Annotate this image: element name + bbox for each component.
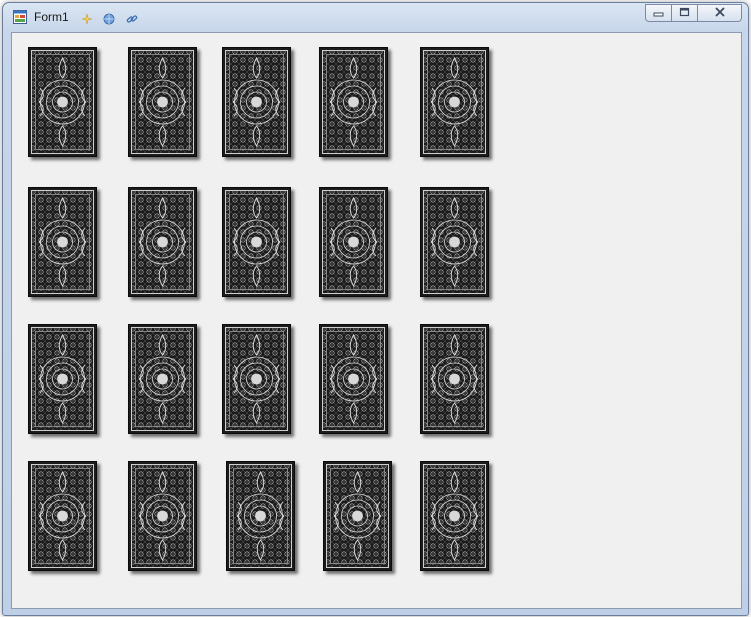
card-back-r1c1[interactable]	[28, 47, 97, 157]
card-back-r1c2[interactable]	[128, 47, 197, 157]
maximize-button[interactable]	[672, 4, 698, 22]
form-app-icon	[13, 10, 27, 24]
form-window: Form1	[2, 2, 749, 616]
sparkle-icon[interactable]	[81, 12, 93, 25]
card-back-r4c3[interactable]	[226, 461, 295, 571]
card-back-r1c4[interactable]	[319, 47, 388, 157]
card-back-r3c5[interactable]	[420, 324, 489, 434]
card-back-r2c4[interactable]	[319, 187, 388, 297]
card-back-r4c1[interactable]	[28, 461, 97, 571]
close-button[interactable]	[698, 4, 742, 22]
card-back-r4c5[interactable]	[420, 461, 489, 571]
link-icon[interactable]	[126, 12, 138, 24]
card-back-r3c3[interactable]	[222, 324, 291, 434]
caption-buttons	[645, 4, 742, 23]
card-back-r3c4[interactable]	[319, 324, 388, 434]
maximize-icon	[679, 4, 690, 22]
window-title: Form1	[34, 10, 69, 24]
card-back-r4c2[interactable]	[128, 461, 197, 571]
close-icon	[714, 4, 726, 22]
form-client-area	[11, 32, 742, 609]
card-back-r2c2[interactable]	[128, 187, 197, 297]
card-back-r2c5[interactable]	[420, 187, 489, 297]
title-bar[interactable]: Form1	[3, 3, 748, 31]
card-back-r1c3[interactable]	[222, 47, 291, 157]
card-back-r3c2[interactable]	[128, 324, 197, 434]
globe-icon[interactable]	[103, 12, 115, 25]
minimize-icon	[653, 4, 664, 22]
card-back-r3c1[interactable]	[28, 324, 97, 434]
minimize-button[interactable]	[645, 4, 672, 22]
card-back-r1c5[interactable]	[420, 47, 489, 157]
card-back-r4c4[interactable]	[323, 461, 392, 571]
card-back-r2c1[interactable]	[28, 187, 97, 297]
card-back-r2c3[interactable]	[222, 187, 291, 297]
